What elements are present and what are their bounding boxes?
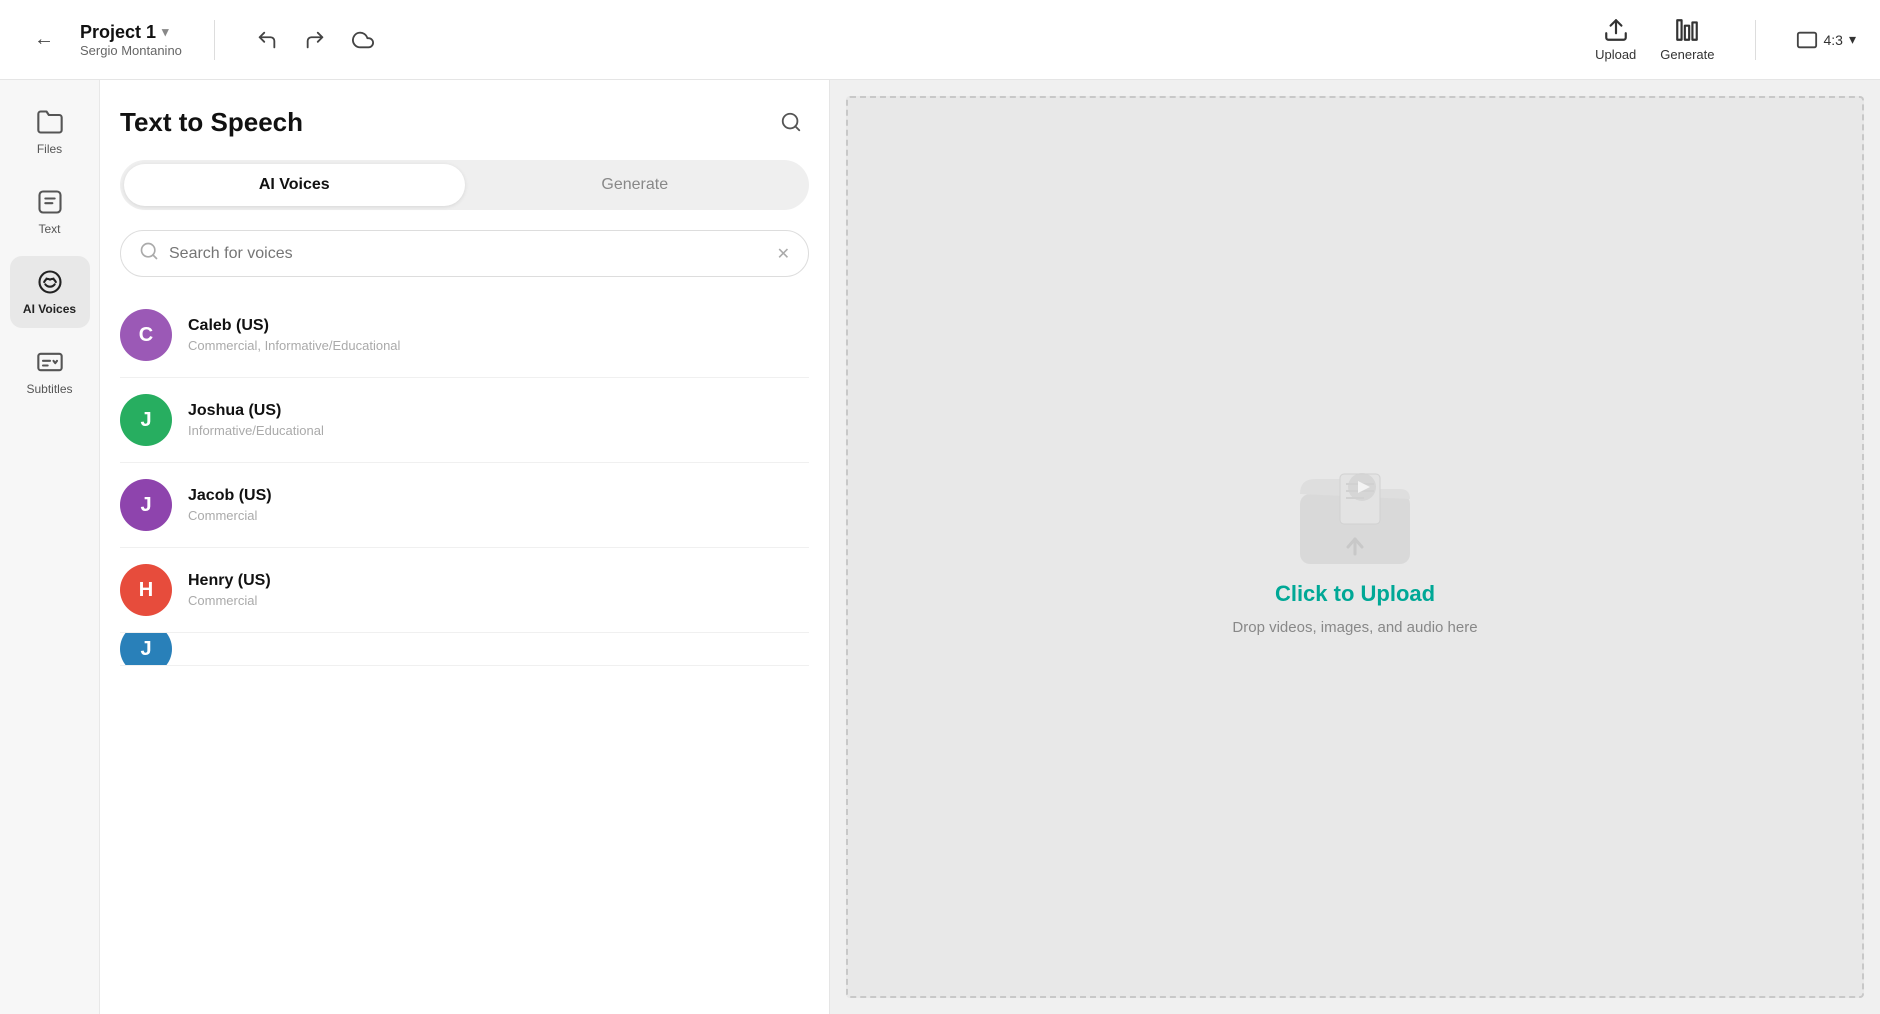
project-title: Project 1 [80,22,156,43]
project-user: Sergio Montanino [80,43,182,58]
voice-avatar-caleb: C [120,309,172,361]
voice-tags-henry: Commercial [188,593,271,608]
text-icon [36,188,64,216]
upload-click-text[interactable]: Click to Upload [1275,581,1435,607]
upload-icon [1603,17,1629,43]
sidebar-item-files[interactable]: Files [10,96,90,168]
upload-illustration [1290,459,1420,569]
upload-drop-text: Drop videos, images, and audio here [1232,619,1477,636]
panel: Text to Speech AI Voices Generate ✕ C Ca… [100,80,830,1014]
upload-label: Upload [1595,47,1636,62]
voice-info-caleb: Caleb (US) Commercial, Informative/Educa… [188,317,400,353]
redo-icon [304,29,326,51]
voice-list: C Caleb (US) Commercial, Informative/Edu… [120,293,809,990]
voice-info-henry: Henry (US) Commercial [188,572,271,608]
upload-action[interactable]: Upload [1595,17,1636,62]
topbar-divider-1 [214,20,215,60]
voice-tags-caleb: Commercial, Informative/Educational [188,338,400,353]
ratio-label: 4:3 [1824,32,1843,48]
sidebar-text-label: Text [38,222,60,236]
project-name-row[interactable]: Project 1 ▾ [80,22,182,43]
voice-tags-jacob: Commercial [188,508,272,523]
undo-button[interactable] [247,20,287,60]
voice-item-more[interactable]: J [120,633,809,666]
voice-name-joshua: Joshua (US) [188,402,324,420]
voice-item-henry[interactable]: H Henry (US) Commercial [120,548,809,633]
panel-header: Text to Speech [120,104,809,140]
generate-action[interactable]: Generate [1660,17,1714,62]
panel-search-icon [780,111,802,133]
panel-search-button[interactable] [773,104,809,140]
voice-avatar-henry: H [120,564,172,616]
redo-button[interactable] [295,20,335,60]
upload-zone[interactable]: Click to Upload Drop videos, images, and… [1232,459,1477,636]
voice-tags-joshua: Informative/Educational [188,423,324,438]
voice-name-henry: Henry (US) [188,572,271,590]
sidebar-subtitles-label: Subtitles [26,382,72,396]
main-area: Files Text AI Voices Subtitles Text to S… [0,80,1880,1014]
tab-generate[interactable]: Generate [465,164,806,206]
aspect-ratio-button[interactable]: 4:3 ▾ [1796,29,1857,51]
back-icon: ← [34,28,54,51]
back-button[interactable]: ← [24,20,64,60]
voice-avatar-joshua: J [120,394,172,446]
voice-avatar-more: J [120,633,172,666]
ratio-chevron-icon: ▾ [1849,31,1856,48]
generate-icon [1674,17,1700,43]
sidebar-item-text[interactable]: Text [10,176,90,248]
subtitles-icon [36,348,64,376]
topbar-left: ← Project 1 ▾ Sergio Montanino [24,20,383,60]
files-icon [36,108,64,136]
project-chevron-icon: ▾ [162,24,169,40]
search-icon [139,241,159,266]
voice-search-box: ✕ [120,230,809,277]
toolbar-actions [247,20,383,60]
voice-name-caleb: Caleb (US) [188,317,400,335]
voice-avatar-jacob: J [120,479,172,531]
sidebar-item-ai-voices[interactable]: AI Voices [10,256,90,328]
voice-item-joshua[interactable]: J Joshua (US) Informative/Educational [120,378,809,463]
undo-icon [256,29,278,51]
ratio-icon [1796,29,1818,51]
search-clear-button[interactable]: ✕ [777,244,790,264]
generate-label: Generate [1660,47,1714,62]
voice-info-jacob: Jacob (US) Commercial [188,487,272,523]
panel-title: Text to Speech [120,107,303,138]
topbar-divider-2 [1755,20,1756,60]
topbar: ← Project 1 ▾ Sergio Montanino Upload [0,0,1880,80]
cloud-save-button[interactable] [343,20,383,60]
project-info: Project 1 ▾ Sergio Montanino [80,22,182,58]
sidebar: Files Text AI Voices Subtitles [0,80,100,1014]
canvas-area[interactable]: Click to Upload Drop videos, images, and… [846,96,1864,998]
tab-ai-voices[interactable]: AI Voices [124,164,465,206]
ai-voices-icon [36,268,64,296]
voice-item-caleb[interactable]: C Caleb (US) Commercial, Informative/Edu… [120,293,809,378]
tab-switcher: AI Voices Generate [120,160,809,210]
voice-info-joshua: Joshua (US) Informative/Educational [188,402,324,438]
voice-name-jacob: Jacob (US) [188,487,272,505]
voice-item-jacob[interactable]: J Jacob (US) Commercial [120,463,809,548]
sidebar-item-subtitles[interactable]: Subtitles [10,336,90,408]
voice-search-input[interactable] [169,245,767,263]
topbar-right: Upload Generate 4:3 ▾ [1595,17,1856,62]
cloud-icon [352,29,374,51]
sidebar-ai-voices-label: AI Voices [23,302,76,316]
sidebar-files-label: Files [37,142,62,156]
